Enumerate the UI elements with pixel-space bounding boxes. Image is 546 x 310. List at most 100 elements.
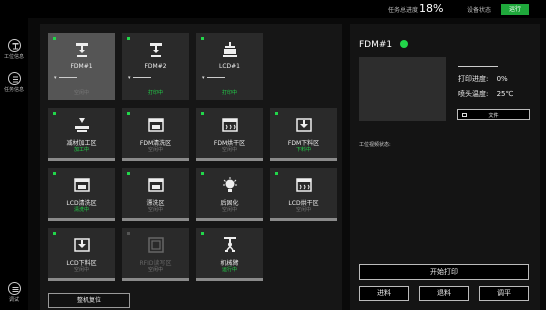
station-card-fdm-wash[interactable]: FDM清洗区 空闲中	[122, 108, 189, 161]
sidebar-item-label: 任务信息	[3, 87, 24, 93]
station-status: 打印中	[147, 90, 163, 96]
station-status: 空闲中	[73, 90, 89, 96]
station-status: 空闲中	[147, 147, 163, 153]
task-progress-label: 任务总进度	[388, 7, 419, 14]
status-dot	[127, 112, 130, 115]
status-dot	[201, 172, 204, 175]
fdm-printer-icon	[75, 43, 88, 57]
station-card-robot-arm[interactable]: 机械臂 运行中	[196, 228, 263, 281]
bed-level-button[interactable]: 调平	[479, 286, 529, 301]
divider	[458, 66, 498, 67]
uv-lamp-icon	[222, 177, 237, 192]
lcd-printer-icon	[222, 42, 237, 57]
task-list-icon	[7, 72, 21, 85]
status-dot	[127, 37, 130, 40]
device-preview-image	[359, 57, 446, 121]
nozzle-temp-value: 25℃	[496, 90, 514, 98]
online-status-icon	[400, 40, 408, 48]
station-card-lcd-unload[interactable]: LCD下料区 空闲中	[48, 228, 115, 281]
status-dot	[53, 172, 56, 175]
station-card-rinse[interactable]: 漂洗区 空闲中	[122, 168, 189, 221]
status-dot	[53, 232, 56, 235]
sidebar-item-task-info[interactable]: 任务信息	[0, 72, 28, 93]
status-dot	[275, 172, 278, 175]
station-bottom-bar	[122, 218, 189, 221]
status-dot	[201, 112, 204, 115]
sidebar-item-station-info[interactable]: 工位信息	[0, 39, 28, 60]
station-card-fdm1[interactable]: FDM#1 ▾ 空闲中	[48, 33, 115, 100]
status-dot	[275, 112, 278, 115]
feed-filament-button[interactable]: 进料	[359, 286, 409, 301]
station-card-fdm-dry[interactable]: FDM烘干区 空闲中	[196, 108, 263, 161]
station-mini-indicator: ▾	[202, 75, 225, 81]
status-dot	[127, 232, 130, 235]
station-status: 加工中	[73, 147, 89, 153]
print-progress-value: 0%	[496, 75, 508, 83]
printer-station-icon	[7, 39, 21, 52]
station-bottom-bar	[48, 158, 115, 161]
station-card-lcd-wash[interactable]: LCD清洗区 清洗中	[48, 168, 115, 221]
rinse-tank-icon	[147, 178, 164, 192]
station-status: 空闲中	[73, 267, 89, 273]
device-detail-panel: FDM#1 打印进度: 0% 喷头温度: 25℃ 文件 工位视频状态: 开始打印…	[350, 24, 540, 310]
dryer-icon	[221, 118, 238, 132]
station-card-fdm2[interactable]: FDM#2 ▾ 打印中	[122, 33, 189, 100]
station-status: 下料中	[295, 147, 311, 153]
task-progress-value: 18%	[419, 2, 444, 15]
dryer-icon	[295, 178, 312, 192]
fdm-icon: ▾	[54, 75, 57, 81]
unload-tray-icon	[295, 118, 312, 132]
station-card-fdm-unload[interactable]: FDM下料区 下料中	[270, 108, 337, 161]
station-name: FDM#2	[144, 63, 167, 70]
sidebar: 工位信息 任务信息 调试	[0, 18, 28, 310]
status-dot	[201, 37, 204, 40]
sidebar-item-label: 工位信息	[3, 54, 24, 60]
nozzle-temp-label: 喷头温度:	[458, 90, 489, 98]
start-print-button[interactable]: 开始打印	[359, 264, 529, 280]
station-status: 空闲中	[221, 207, 237, 213]
device-title: FDM#1	[359, 40, 393, 50]
status-dot	[53, 37, 56, 40]
status-dot	[53, 112, 56, 115]
station-name: LCD#1	[219, 63, 240, 70]
retract-filament-button[interactable]: 退料	[419, 286, 469, 301]
station-card-subtractive[interactable]: 减材加工区 加工中	[48, 108, 115, 161]
station-card-lcd1[interactable]: LCD#1 ▾ 打印中	[196, 33, 263, 100]
machine-reset-button[interactable]: 整机复位	[48, 293, 130, 308]
print-progress-row: 打印进度: 0%	[458, 74, 508, 84]
wash-tank-icon	[73, 178, 90, 192]
sidebar-item-label: 调试	[8, 297, 19, 303]
fdm-icon: ▾	[128, 75, 131, 81]
station-mini-indicator: ▾	[54, 75, 77, 81]
station-status: 打印中	[221, 90, 237, 96]
station-bottom-bar	[122, 158, 189, 161]
sidebar-item-debug[interactable]: 调试	[0, 282, 28, 303]
station-bottom-bar	[196, 218, 263, 221]
station-video-status-label: 工位视频状态:	[359, 142, 391, 148]
status-dot	[127, 172, 130, 175]
status-dot	[201, 232, 204, 235]
nozzle-temp-row: 喷头温度: 25℃	[458, 89, 513, 99]
station-mini-indicator: ▾	[128, 75, 151, 81]
top-status-bar: 任务总进度 18% 设备状态 运行	[0, 0, 546, 18]
robot-arm-icon	[223, 237, 236, 252]
rfid-reader-icon	[147, 237, 164, 253]
station-bottom-bar	[270, 158, 337, 161]
station-card-lcd-dry[interactable]: LCD烘干区 空闲中	[270, 168, 337, 221]
station-card-post-cure[interactable]: 后固化 空闲中	[196, 168, 263, 221]
device-status-label: 设备状态	[467, 7, 492, 14]
print-progress-label: 打印进度:	[458, 75, 489, 83]
station-bottom-bar	[122, 278, 189, 281]
station-grid: FDM#1 ▾ 空闲中 FDM#2 ▾ 打印中 LCD#1 ▾ 打印中 减材加工…	[40, 24, 342, 310]
station-status: 空闲中	[147, 267, 163, 273]
station-bottom-bar	[48, 278, 115, 281]
station-status: 空闲中	[221, 147, 237, 153]
station-status: 运行中	[221, 267, 237, 273]
station-bottom-bar	[196, 278, 263, 281]
station-card-rfid[interactable]: RFID读写区 空闲中	[122, 228, 189, 281]
file-button[interactable]: 文件	[457, 109, 530, 120]
station-bottom-bar	[48, 218, 115, 221]
station-bottom-bar	[270, 218, 337, 221]
debug-menu-icon	[7, 282, 21, 295]
station-status: 清洗中	[73, 207, 89, 213]
